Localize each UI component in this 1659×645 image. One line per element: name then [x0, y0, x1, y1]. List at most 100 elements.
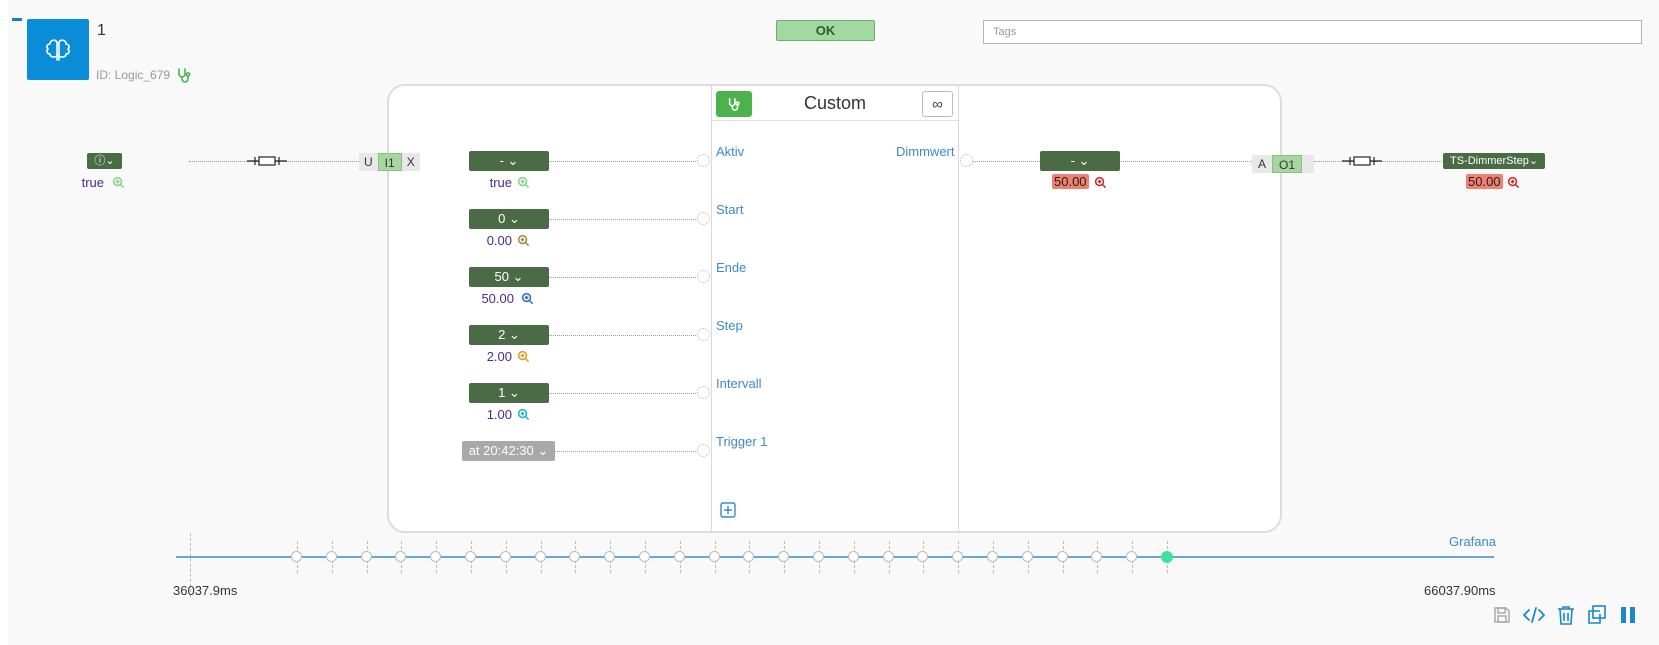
grafana-link[interactable]: Grafana: [1449, 534, 1496, 549]
input-port-trigger[interactable]: [697, 444, 710, 457]
connection-line: [555, 451, 700, 452]
input-dropdown-aktiv[interactable]: - ⌄: [469, 151, 549, 171]
a-label: A: [1258, 157, 1267, 171]
dropdown-value: 2: [498, 327, 506, 342]
timeline-end-label: 66037.90ms: [1424, 583, 1496, 598]
logic-title: 1: [97, 22, 106, 39]
input-label-trigger: Trigger 1: [716, 434, 768, 449]
input-dropdown-ende[interactable]: 50 ⌄: [469, 267, 549, 287]
timeline-point[interactable]: [952, 551, 963, 562]
status-ok-button[interactable]: OK: [776, 20, 875, 41]
timeline-point[interactable]: [361, 551, 372, 562]
input-dropdown-intervall[interactable]: 1 ⌄: [469, 383, 549, 403]
connection-line: [549, 277, 700, 278]
brain-icon: [46, 38, 70, 61]
code-icon: [1523, 607, 1545, 623]
input-dropdown-start[interactable]: 0 ⌄: [469, 209, 549, 229]
timeline-point-active[interactable]: [1161, 551, 1173, 563]
input-port-start[interactable]: [697, 212, 710, 225]
fuse-icon[interactable]: [247, 155, 287, 167]
pause-icon: [1621, 607, 1635, 623]
zoom-in-icon[interactable]: [517, 350, 530, 363]
connection-line: [549, 161, 700, 162]
connection-line: [549, 393, 700, 394]
timeline-point[interactable]: [709, 551, 720, 562]
timeline-point[interactable]: [743, 551, 754, 562]
pause-button[interactable]: [1617, 604, 1639, 626]
timeline-track[interactable]: [176, 556, 1494, 558]
dropdown-value: -: [499, 153, 504, 168]
timeline-point[interactable]: [639, 551, 650, 562]
zoom-in-icon[interactable]: [517, 408, 530, 421]
timeline-point[interactable]: [291, 551, 302, 562]
timeline-point[interactable]: [917, 551, 928, 562]
block-divider-left: [711, 84, 712, 533]
logic-brain-tile[interactable]: [27, 19, 89, 80]
timeline-point[interactable]: [569, 551, 580, 562]
target-dropdown[interactable]: TS-DimmerStep⌄: [1443, 153, 1545, 169]
zoom-in-icon[interactable]: [517, 234, 530, 247]
dropdown-value: TS-DimmerStep: [1449, 155, 1529, 167]
fuse-icon[interactable]: [1342, 155, 1382, 167]
timeline-start-label: 36037.9ms: [173, 583, 238, 598]
timeline-point[interactable]: [535, 551, 546, 562]
input-value-aktiv: true: [489, 175, 512, 190]
code-button[interactable]: [1523, 604, 1545, 626]
copy-button[interactable]: [1586, 604, 1608, 626]
infinity-icon: ∞: [932, 95, 943, 113]
input-label-ende: Ende: [716, 260, 747, 275]
timeline-point[interactable]: [465, 551, 476, 562]
save-button[interactable]: [1491, 604, 1513, 626]
zoom-in-icon[interactable]: [521, 292, 534, 305]
timeline-point[interactable]: [778, 551, 789, 562]
input-port-step[interactable]: [697, 328, 710, 341]
input-port-ende[interactable]: [697, 270, 710, 283]
zoom-in-icon[interactable]: [517, 176, 530, 189]
infinity-button[interactable]: ∞: [922, 91, 953, 117]
block-debug-button[interactable]: [716, 91, 752, 117]
timeline-point[interactable]: [813, 551, 824, 562]
timeline-point[interactable]: [604, 551, 615, 562]
output-dropdown-dimmwert[interactable]: - ⌄: [1040, 151, 1120, 171]
timeline-point[interactable]: [674, 551, 685, 562]
input-dropdown-step[interactable]: 2 ⌄: [469, 325, 549, 345]
input-value-step: 2.00: [486, 349, 512, 364]
timeline-point[interactable]: [1126, 551, 1137, 562]
timeline-point[interactable]: [326, 551, 337, 562]
zoom-in-icon[interactable]: [1507, 176, 1520, 189]
stethoscope-icon[interactable]: [176, 67, 192, 83]
target-value: 50.00: [1466, 174, 1503, 189]
timeline-point[interactable]: [883, 551, 894, 562]
connection-line: [549, 219, 700, 220]
zoom-in-icon[interactable]: [1094, 176, 1107, 189]
block-divider-right: [958, 84, 959, 533]
output-port-dimmwert[interactable]: [960, 154, 973, 167]
source-dropdown[interactable]: ⓘ⌄: [87, 153, 122, 169]
zoom-in-icon[interactable]: [112, 176, 125, 189]
timeline-point[interactable]: [987, 551, 998, 562]
timeline-point[interactable]: [848, 551, 859, 562]
x-label: X: [406, 155, 415, 169]
timeline-point[interactable]: [1091, 551, 1102, 562]
output-value-dimmwert: 50.00: [1052, 174, 1089, 189]
input-port-aktiv[interactable]: [697, 154, 710, 167]
timeline-point[interactable]: [430, 551, 441, 562]
output-label-dimmwert: Dimmwert: [896, 144, 955, 159]
question-icon: ⓘ⌄: [94, 155, 115, 167]
input-dropdown-trigger[interactable]: at 20:42:30 ⌄: [462, 441, 555, 461]
copy-icon: [1588, 605, 1606, 624]
input-label-aktiv: Aktiv: [716, 144, 745, 159]
save-icon: [1494, 607, 1510, 623]
timeline-point[interactable]: [1022, 551, 1033, 562]
tags-input[interactable]: [983, 20, 1642, 44]
timeline-point[interactable]: [1057, 551, 1068, 562]
delete-button[interactable]: [1555, 604, 1577, 626]
add-input-button[interactable]: [720, 502, 736, 518]
timeline-point[interactable]: [500, 551, 511, 562]
input-port-intervall[interactable]: [697, 386, 710, 399]
collapse-button[interactable]: [12, 18, 22, 21]
output-connector[interactable]: A O1: [1252, 155, 1314, 173]
timeline-point[interactable]: [395, 551, 406, 562]
stethoscope-icon: [728, 97, 740, 111]
input-connector[interactable]: U I1 X: [359, 153, 420, 171]
